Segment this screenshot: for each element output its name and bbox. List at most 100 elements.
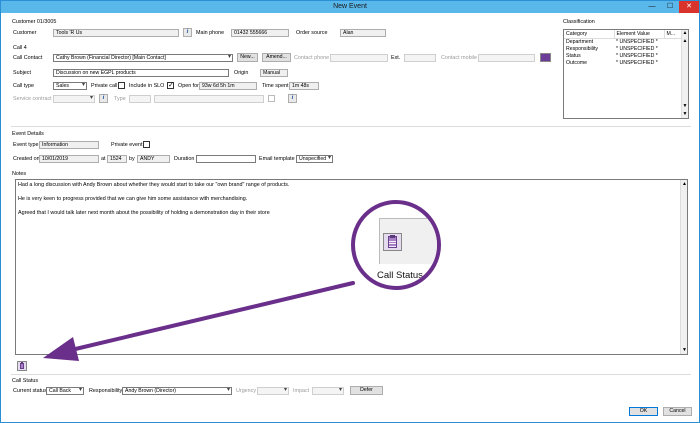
service-contract-info-icon[interactable]: i bbox=[99, 94, 108, 103]
amend-contact-button[interactable]: Amend... bbox=[262, 53, 291, 62]
customer-ref-heading: Customer 01/3005 bbox=[12, 19, 57, 25]
ok-button[interactable]: OK bbox=[629, 407, 658, 416]
event-type-field: Information bbox=[39, 141, 99, 149]
notes-scrollbar[interactable]: ▲ ▼ bbox=[680, 180, 687, 354]
customer-info-icon[interactable]: i bbox=[183, 28, 192, 37]
responsibility-select[interactable]: Andy Brown (Director) bbox=[122, 387, 232, 395]
notes-line: Agreed that I would talk later next mont… bbox=[18, 210, 270, 216]
maximize-button[interactable]: ☐ bbox=[663, 1, 677, 13]
contact-mobile-label: Contact mobile bbox=[441, 55, 477, 61]
type-checkbox bbox=[268, 95, 275, 102]
table-row[interactable]: Responsibility * UNSPECIFIED * bbox=[564, 45, 682, 52]
customer-field: Tools 'R Us bbox=[53, 29, 179, 37]
call-status-heading: Call Status bbox=[12, 378, 39, 384]
table-row[interactable]: Department * UNSPECIFIED * bbox=[564, 38, 682, 45]
column-header-m[interactable]: M... bbox=[664, 30, 682, 39]
service-contract-select bbox=[53, 95, 95, 103]
scroll-down-icon[interactable]: ▼ bbox=[682, 347, 687, 353]
classification-scrollbar[interactable]: ▲ ▲ ▼ ▼ bbox=[681, 30, 688, 118]
defer-button[interactable]: Defer bbox=[350, 386, 383, 395]
duration-input[interactable] bbox=[196, 155, 256, 163]
at-label: at bbox=[101, 156, 106, 162]
minimize-button[interactable]: — bbox=[645, 1, 659, 13]
email-template-label: Email template bbox=[259, 156, 295, 162]
ext-label: Ext. bbox=[391, 55, 401, 61]
customer-label: Customer bbox=[13, 30, 37, 36]
value-cell: * UNSPECIFIED * bbox=[616, 45, 658, 52]
service-contract-label: Service contract bbox=[13, 96, 52, 102]
created-on-label: Created on bbox=[13, 156, 40, 162]
scroll-up-icon[interactable]: ▲ bbox=[682, 30, 688, 36]
private-call-label: Private call bbox=[91, 83, 118, 89]
new-event-window: New Event — ☐ ✕ Customer 01/3005 Custome… bbox=[0, 0, 700, 423]
private-call-checkbox[interactable] bbox=[118, 82, 125, 89]
value-cell: * UNSPECIFIED * bbox=[616, 52, 658, 59]
origin-field: Manual bbox=[260, 69, 288, 77]
type-info-icon[interactable]: i bbox=[288, 94, 297, 103]
call-section-heading: Call 4 bbox=[13, 45, 27, 51]
duration-label: Duration bbox=[174, 156, 195, 162]
table-row[interactable]: Status * UNSPECIFIED * bbox=[564, 52, 682, 59]
by-label: by bbox=[129, 156, 135, 162]
contact-phone-label: Contact phone bbox=[294, 55, 330, 61]
impact-select bbox=[312, 387, 344, 395]
responsibility-label: Responsibility bbox=[89, 388, 123, 394]
notes-label: Notes bbox=[12, 171, 27, 177]
order-source-field: Alan bbox=[340, 29, 386, 37]
origin-label: Origin bbox=[234, 70, 249, 76]
order-source-label: Order source bbox=[296, 30, 328, 36]
time-spent-label: Time spent bbox=[262, 83, 289, 89]
call-contact-select[interactable]: Cathy Brown (Financial Director) [Main C… bbox=[53, 54, 233, 62]
created-by-field: ANDY bbox=[137, 155, 170, 163]
title-bar: New Event — ☐ ✕ bbox=[1, 1, 699, 13]
category-cell: Status bbox=[566, 52, 581, 59]
main-phone-field: 01432 555666 bbox=[231, 29, 289, 37]
scroll-down-icon[interactable]: ▼ bbox=[682, 111, 688, 117]
scroll-up-icon[interactable]: ▲ bbox=[682, 38, 688, 44]
type-description-field bbox=[154, 95, 264, 103]
event-type-label: Event type bbox=[13, 142, 39, 148]
include-slo-checkbox[interactable] bbox=[167, 81, 174, 89]
include-slo-label: Include in SLO bbox=[129, 83, 165, 89]
table-row[interactable]: Outcome * UNSPECIFIED * bbox=[564, 59, 682, 66]
scroll-up-icon[interactable]: ▲ bbox=[682, 181, 687, 187]
classification-table: Category Element Value M... Department *… bbox=[563, 29, 689, 119]
callout-label: Call Status bbox=[377, 270, 423, 281]
category-cell: Outcome bbox=[566, 59, 588, 66]
column-header-category[interactable]: Category bbox=[564, 30, 615, 39]
urgency-label: Urgency bbox=[236, 388, 257, 394]
email-template-select[interactable]: Unspecified bbox=[296, 155, 333, 163]
value-cell: * UNSPECIFIED * bbox=[616, 59, 658, 66]
section-divider bbox=[11, 126, 691, 127]
notes-textarea[interactable]: Had a long discussion with Andy Brown ab… bbox=[15, 179, 688, 355]
notes-line: Had a long discussion with Andy Brown ab… bbox=[18, 182, 290, 188]
contact-phone-field bbox=[330, 54, 388, 62]
main-phone-label: Main phone bbox=[196, 30, 225, 36]
call-type-label: Call type bbox=[13, 83, 34, 89]
ext-field bbox=[404, 54, 436, 62]
call-type-select[interactable]: Sales bbox=[53, 82, 87, 90]
new-contact-button[interactable]: New... bbox=[237, 53, 258, 62]
call-status-clipboard-icon[interactable] bbox=[17, 361, 27, 371]
email-envelope-icon[interactable] bbox=[540, 53, 551, 62]
category-cell: Department bbox=[566, 38, 594, 45]
type-label: Type bbox=[114, 96, 126, 102]
open-for-field: 93w 6d 5h 1m bbox=[199, 82, 257, 90]
scroll-down-icon[interactable]: ▼ bbox=[682, 103, 688, 109]
value-cell: * UNSPECIFIED * bbox=[616, 38, 658, 45]
urgency-select bbox=[257, 387, 289, 395]
subject-label: Subject bbox=[13, 70, 31, 76]
open-for-label: Open for bbox=[178, 83, 199, 89]
column-header-element-value[interactable]: Element Value bbox=[614, 30, 665, 39]
event-details-heading: Event Details bbox=[12, 131, 44, 137]
cancel-button[interactable]: Cancel bbox=[663, 407, 692, 416]
current-status-select[interactable]: Call Back bbox=[46, 387, 84, 395]
call-contact-label: Call Contact bbox=[13, 55, 43, 61]
close-button[interactable]: ✕ bbox=[679, 1, 699, 13]
subject-input[interactable]: Discussion on new EGPL products bbox=[53, 69, 229, 77]
notes-line: He is very keen to progress provided tha… bbox=[18, 196, 248, 202]
private-event-checkbox[interactable] bbox=[143, 141, 150, 148]
section-divider bbox=[11, 374, 691, 375]
created-at-time-field: 1524 bbox=[107, 155, 127, 163]
current-status-label: Current status bbox=[13, 388, 47, 394]
